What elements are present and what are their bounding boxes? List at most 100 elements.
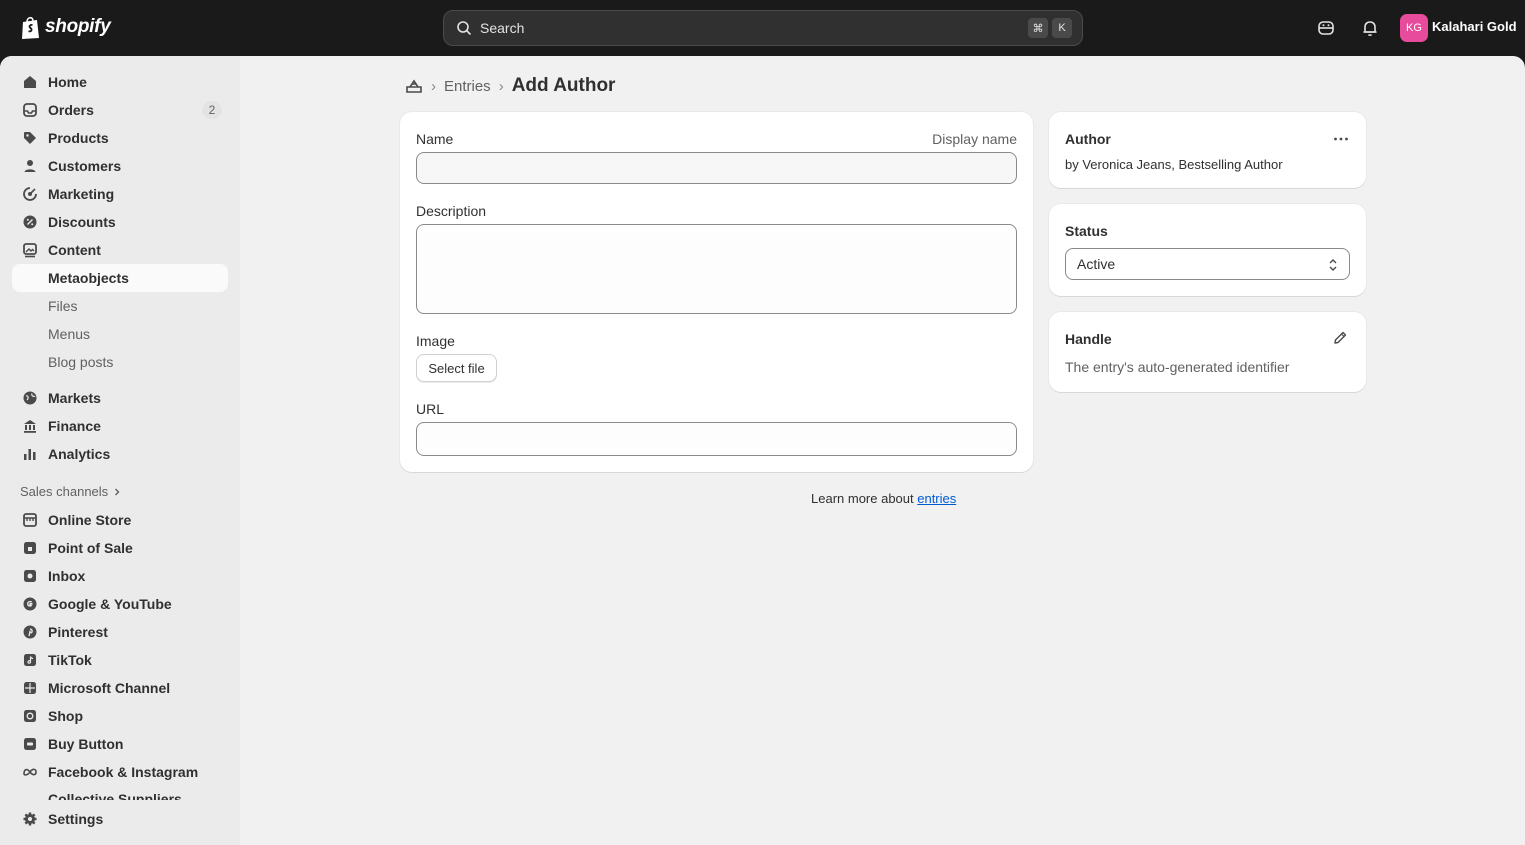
learn-more-prefix: Learn more about [811,491,918,506]
sidebar-item-label: Online Store [48,512,132,528]
sidebar-item-point-of-sale[interactable]: Point of Sale [12,534,228,562]
sidebar-item-orders[interactable]: Orders 2 [12,96,228,124]
chevron-right-icon [115,488,120,495]
content-image-icon [23,243,37,258]
select-file-button[interactable]: Select file [416,354,497,382]
sidebar-item-inbox[interactable]: Inbox [12,562,228,590]
store-icon [23,513,37,527]
author-card-subtitle: by Veronica Jeans, Bestselling Author [1065,157,1283,172]
select-chevrons-icon [1329,259,1337,271]
shopify-logo[interactable]: shopify [19,14,111,40]
entries-link[interactable]: entries [917,491,956,506]
sidebar-item-label: TikTok [48,652,92,668]
sidebar-item-label: Microsoft Channel [48,680,171,696]
search-icon [457,21,471,35]
sidebar-item-finance[interactable]: Finance [12,412,228,440]
image-label: Image [416,333,455,349]
entry-form-card: Name Display name Description Image Sele… [400,112,1033,472]
orders-inbox-icon [23,103,37,117]
google-icon [23,597,37,611]
url-field[interactable] [416,422,1017,456]
store-name[interactable]: Kalahari Gold [1432,19,1517,34]
home-icon [24,76,36,88]
status-select[interactable]: Active [1065,248,1350,280]
sidebar-item-label: Marketing [48,186,115,202]
handle-card: Handle The entry's auto-generated identi… [1049,312,1366,392]
sidebar-item-collective[interactable]: Collective Suppliers [12,786,228,800]
learn-more-text: Learn more about entries [811,491,956,506]
sidekick-icon[interactable] [1315,17,1337,39]
sidebar-item-google-youtube[interactable]: Google & YouTube [12,590,228,618]
bank-icon [24,420,36,433]
sidebar-item-analytics[interactable]: Analytics [12,440,228,468]
sidebar-item-blog-posts[interactable]: Blog posts [12,348,228,376]
sidebar-item-label: Settings [48,811,104,827]
sidebar-item-label: Analytics [48,446,111,462]
breadcrumb-separator: › [498,77,504,95]
url-label: URL [416,401,445,417]
sidebar-item-tiktok[interactable]: TikTok [12,646,228,674]
sidebar-item-settings[interactable]: Settings [12,805,228,833]
sidebar-item-buy-button[interactable]: Buy Button [12,730,228,758]
search-shortcut: ⌘ K [1028,18,1072,38]
avatar[interactable]: KG [1400,14,1428,42]
sales-channels-heading[interactable]: Sales channels [20,484,122,499]
gear-icon [23,812,37,826]
page-title: Add Author [511,75,616,96]
sidebar-item-products[interactable]: Products [12,124,228,152]
sidebar-item-facebook-instagram[interactable]: Facebook & Instagram [12,758,228,786]
microsoft-icon [24,682,36,694]
description-textarea[interactable] [416,224,1017,314]
handle-card-text: The entry's auto-generated identifier [1065,359,1290,375]
orders-count-badge: 2 [202,101,222,119]
sidebar-item-microsoft[interactable]: Microsoft Channel [12,674,228,702]
sidebar-item-label: Inbox [48,568,86,584]
metaobjects-icon[interactable] [405,78,423,94]
sidebar-item-online-store[interactable]: Online Store [12,506,228,534]
breadcrumb-separator: › [431,77,436,95]
sidebar-item-discounts[interactable]: Discounts [12,208,228,236]
sidebar-item-label: Markets [48,390,101,406]
author-card-title: Author [1065,131,1111,147]
breadcrumb: › Entries › Add Author [405,75,615,97]
sidebar-item-label: Blog posts [48,354,114,370]
sidebar-item-label: Home [48,74,87,90]
search-bar[interactable]: Search ⌘ K [443,10,1083,46]
status-card-title: Status [1065,223,1108,239]
sidebar-item-label: Finance [48,418,101,434]
name-label: Name [416,131,454,147]
admin-frame: Home Orders 2 Products Customers Marketi… [0,56,1525,845]
buy-button-icon [24,738,36,750]
sidebar-item-menus[interactable]: Menus [12,320,228,348]
shopify-bag-icon [22,16,39,39]
sidebar-item-label: Content [48,242,101,258]
notifications-bell-icon[interactable] [1359,17,1381,39]
sales-channels-label: Sales channels [20,484,109,499]
more-actions-icon[interactable] [1332,130,1350,148]
sidebar-item-label: Point of Sale [48,540,133,556]
sidebar-item-pinterest[interactable]: Pinterest [12,618,228,646]
sidebar-item-files[interactable]: Files [12,292,228,320]
sidebar-item-customers[interactable]: Customers [12,152,228,180]
sidebar-item-marketing[interactable]: Marketing [12,180,228,208]
top-bar: shopify Search ⌘ K KG Kalahari Gold [0,0,1525,56]
search-placeholder: Search [480,20,525,36]
meta-icon [23,768,37,776]
sidebar-item-markets[interactable]: Markets [12,384,228,412]
breadcrumb-entries-link[interactable]: Entries [444,78,491,95]
sidebar-item-label: Metaobjects [48,270,129,286]
edit-pencil-icon[interactable] [1332,330,1348,346]
sidebar-item-metaobjects[interactable]: Metaobjects [12,264,228,292]
sidebar-item-label: Orders [48,102,94,118]
sidebar: Home Orders 2 Products Customers Marketi… [0,56,240,845]
tiktok-icon [24,654,36,666]
sidebar-item-shop[interactable]: Shop [12,702,228,730]
sidebar-item-content[interactable]: Content [12,236,228,264]
target-icon [23,187,37,201]
sidebar-item-home[interactable]: Home [12,68,228,96]
bell-icon [1363,21,1377,36]
name-field[interactable] [416,152,1017,184]
sidebar-item-label: Customers [48,158,122,174]
chat-icon [24,570,36,582]
sidebar-item-label: Facebook & Instagram [48,764,199,780]
